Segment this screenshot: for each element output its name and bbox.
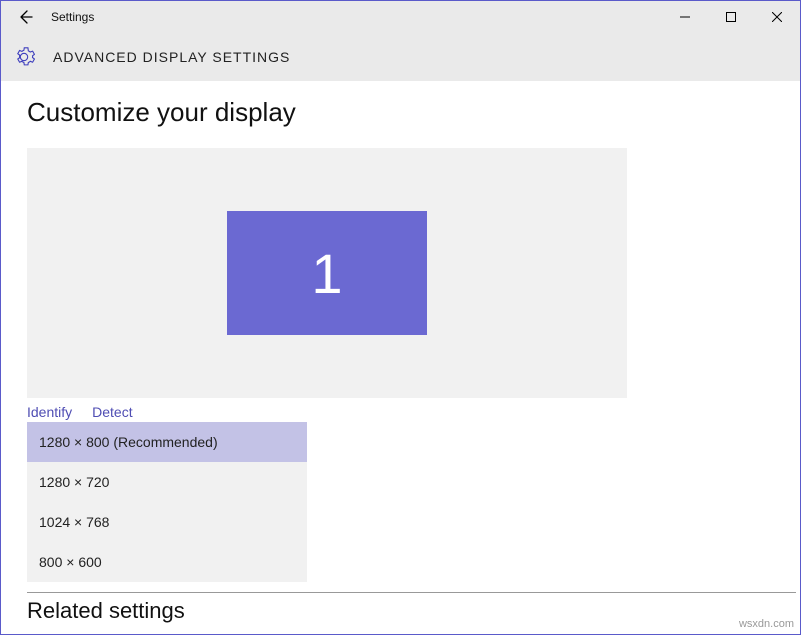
close-button[interactable] <box>754 1 800 33</box>
back-button[interactable] <box>7 1 43 33</box>
minimize-icon <box>680 12 690 22</box>
page-header-title: ADVANCED DISPLAY SETTINGS <box>53 49 290 65</box>
maximize-icon <box>726 12 736 22</box>
display-action-links: Identify Detect <box>27 404 796 420</box>
watermark: wsxdn.com <box>739 618 794 630</box>
resolution-option[interactable]: 1280 × 800 (Recommended) <box>27 422 307 462</box>
display-preview-box: 1 <box>27 148 627 398</box>
identify-link[interactable]: Identify <box>27 404 72 420</box>
resolution-option[interactable]: 800 × 600 <box>27 542 307 582</box>
arrow-left-icon <box>17 9 33 25</box>
gear-icon <box>13 46 35 68</box>
maximize-button[interactable] <box>708 1 754 33</box>
monitor-tile-1[interactable]: 1 <box>227 211 427 335</box>
content-area: Customize your display 1 Identify Detect… <box>1 81 800 624</box>
window-controls <box>662 1 800 33</box>
subheader: ADVANCED DISPLAY SETTINGS <box>1 33 800 81</box>
titlebar: Settings <box>1 1 800 33</box>
resolution-option[interactable]: 1280 × 720 <box>27 462 307 502</box>
related-settings-title: Related settings <box>27 592 796 624</box>
window-title: Settings <box>51 10 94 24</box>
close-icon <box>772 12 782 22</box>
minimize-button[interactable] <box>662 1 708 33</box>
resolution-option[interactable]: 1024 × 768 <box>27 502 307 542</box>
page-title: Customize your display <box>27 97 796 128</box>
resolution-dropdown-list[interactable]: 1280 × 800 (Recommended) 1280 × 720 1024… <box>27 422 307 582</box>
detect-link[interactable]: Detect <box>92 404 132 420</box>
